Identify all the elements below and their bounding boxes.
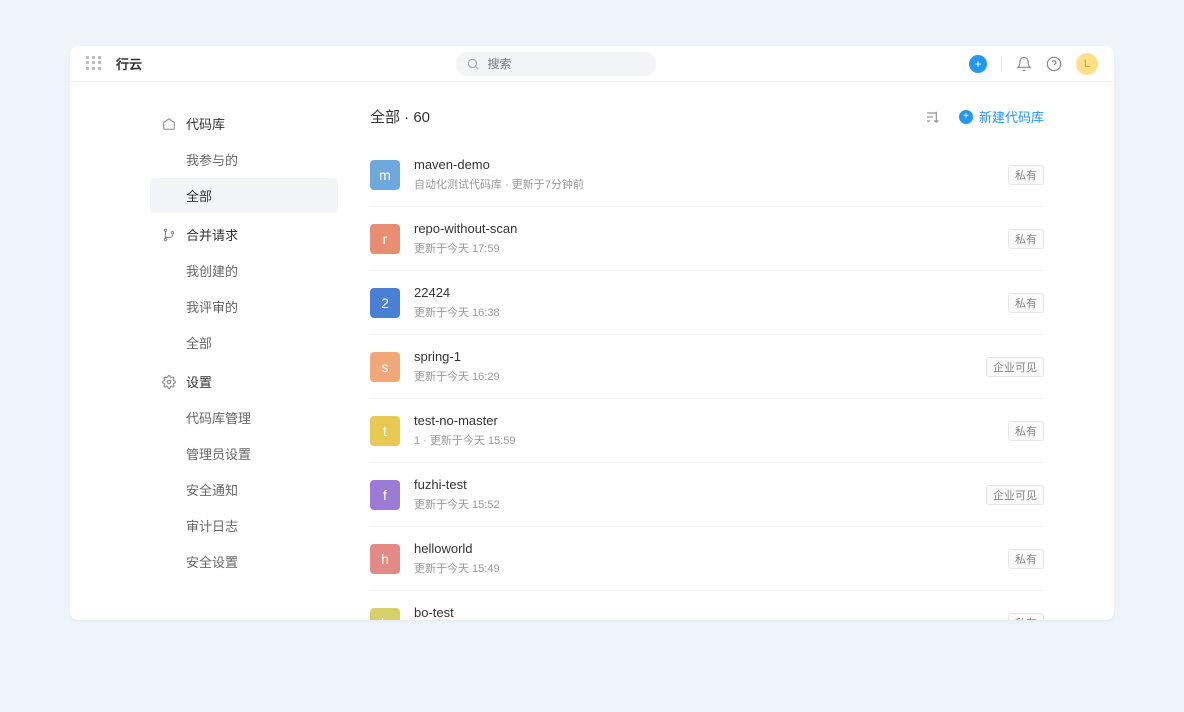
search-icon [466, 57, 480, 71]
repo-name[interactable]: helloworld [414, 541, 1008, 556]
repo-name[interactable]: fuzhi-test [414, 477, 986, 492]
repo-info: spring-1 更新于今天 16:29 [414, 349, 986, 384]
repo-info: helloworld 更新于今天 15:49 [414, 541, 1008, 576]
sidebar-item[interactable]: 管理员设置 [150, 436, 338, 471]
visibility-badge: 私有 [1008, 165, 1044, 185]
repo-avatar: r [370, 224, 400, 254]
repo-avatar: f [370, 480, 400, 510]
repo-meta: 更新于今天 15:52 [414, 496, 986, 512]
sidebar-group-head[interactable]: 代码库 [150, 106, 338, 141]
sidebar-item[interactable]: 我创建的 [150, 253, 338, 288]
repo-list: mmaven-demo自动化测试代码库 · 更新于7分钟前私有rrepo-wit… [370, 143, 1044, 620]
repo-row[interactable]: f fuzhi-test 更新于今天 15:52企业可见 [370, 463, 1044, 527]
visibility-badge: 私有 [1008, 293, 1044, 313]
main-actions: + 新建代码库 [925, 107, 1044, 126]
sidebar-group-head[interactable]: 合并请求 [150, 217, 338, 252]
repo-meta: 更新于今天 16:29 [414, 368, 986, 384]
repo-meta: 更新于今天 16:38 [414, 304, 1008, 320]
app-window: 行云 + L 代码库我参与的全部合并请求我创建的我评审的全部设置代码库管理管理员… [70, 46, 1114, 620]
visibility-badge: 私有 [1008, 549, 1044, 569]
sidebar: 代码库我参与的全部合并请求我创建的我评审的全部设置代码库管理管理员设置安全通知审… [70, 82, 350, 620]
repo-row[interactable]: r repo-without-scan 更新于今天 17:59私有 [370, 207, 1044, 271]
search-input[interactable] [456, 52, 656, 76]
repo-meta: 更新于今天 15:49 [414, 560, 1008, 576]
visibility-badge: 企业可见 [986, 357, 1044, 377]
search-wrap [456, 52, 656, 76]
sort-icon[interactable] [925, 109, 941, 125]
new-repo-button[interactable]: + 新建代码库 [959, 107, 1044, 126]
sidebar-item[interactable]: 安全设置 [150, 544, 338, 579]
visibility-badge: 企业可见 [986, 485, 1044, 505]
page-title: 全部 · 60 [370, 106, 430, 127]
repo-avatar: h [370, 544, 400, 574]
topbar-right: + L [969, 53, 1098, 75]
sidebar-group-label: 代码库 [186, 114, 225, 133]
repo-avatar: s [370, 352, 400, 382]
repo-avatar: 2 [370, 288, 400, 318]
repo-row[interactable]: h helloworld 更新于今天 15:49私有 [370, 527, 1044, 591]
bell-icon[interactable] [1016, 56, 1032, 72]
sidebar-item[interactable]: 安全通知 [150, 472, 338, 507]
repo-info: fuzhi-test 更新于今天 15:52 [414, 477, 986, 512]
divider [1001, 56, 1002, 72]
main-content: 全部 · 60 + 新建代码库 m maven-demo 自动化测试代码库 · 更新… [350, 82, 1114, 620]
repo-name[interactable]: test-no-master [414, 413, 1008, 428]
sidebar-group-head[interactable]: 设置 [150, 364, 338, 399]
sidebar-item[interactable]: 审计日志 [150, 508, 338, 543]
repo-info: bo-test更新于今天 15:46 [414, 605, 1008, 620]
sidebar-group-label: 设置 [186, 372, 212, 391]
repo-avatar: t [370, 416, 400, 446]
repo-meta: 自动化测试代码库 · 更新于7分钟前 [414, 176, 1008, 192]
repo-avatar: m [370, 160, 400, 190]
sidebar-item[interactable]: 我评审的 [150, 289, 338, 324]
repo-avatar: b [370, 608, 400, 621]
repo-info: repo-without-scan 更新于今天 17:59 [414, 221, 1008, 256]
repo-name[interactable]: spring-1 [414, 349, 986, 364]
sidebar-item[interactable]: 全部 [150, 178, 338, 213]
add-button[interactable]: + [969, 55, 987, 73]
repo-name[interactable]: bo-test [414, 605, 1008, 620]
visibility-badge: 私有 [1008, 421, 1044, 441]
main-header: 全部 · 60 + 新建代码库 [370, 106, 1044, 127]
apps-grid-icon[interactable] [86, 56, 102, 72]
topbar: 行云 + L [70, 46, 1114, 82]
repo-meta: 1 · 更新于今天 15:59 [414, 432, 1008, 448]
body: 代码库我参与的全部合并请求我创建的我评审的全部设置代码库管理管理员设置安全通知审… [70, 82, 1114, 620]
plus-icon: + [959, 110, 973, 124]
sidebar-group-label: 合并请求 [186, 225, 238, 244]
sidebar-item[interactable]: 全部 [150, 325, 338, 360]
repo-info: maven-demo 自动化测试代码库 · 更新于7分钟前 [414, 157, 1008, 192]
repo-row[interactable]: b bo-test更新于今天 15:46私有 [370, 591, 1044, 620]
repo-info: test-no-master 1 · 更新于今天 15:59 [414, 413, 1008, 448]
avatar[interactable]: L [1076, 53, 1098, 75]
repo-row[interactable]: 2 22424 更新于今天 16:38私有 [370, 271, 1044, 335]
repo-name[interactable]: 22424 [414, 285, 1008, 300]
help-icon[interactable] [1046, 56, 1062, 72]
repo-name[interactable]: maven-demo [414, 157, 1008, 172]
repo-info: 22424 更新于今天 16:38 [414, 285, 1008, 320]
repo-row[interactable]: t test-no-master 1 · 更新于今天 15:59私有 [370, 399, 1044, 463]
repo-row[interactable]: s spring-1 更新于今天 16:29企业可见 [370, 335, 1044, 399]
sidebar-item[interactable]: 代码库管理 [150, 400, 338, 435]
repo-meta: 更新于今天 17:59 [414, 240, 1008, 256]
sidebar-item[interactable]: 我参与的 [150, 142, 338, 177]
repo-name[interactable]: repo-without-scan [414, 221, 1008, 236]
logo[interactable]: 行云 [116, 54, 142, 73]
repo-row[interactable]: m maven-demo 自动化测试代码库 · 更新于7分钟前私有 [370, 143, 1044, 207]
visibility-badge: 私有 [1008, 613, 1044, 621]
visibility-badge: 私有 [1008, 229, 1044, 249]
new-repo-label: 新建代码库 [979, 107, 1044, 126]
